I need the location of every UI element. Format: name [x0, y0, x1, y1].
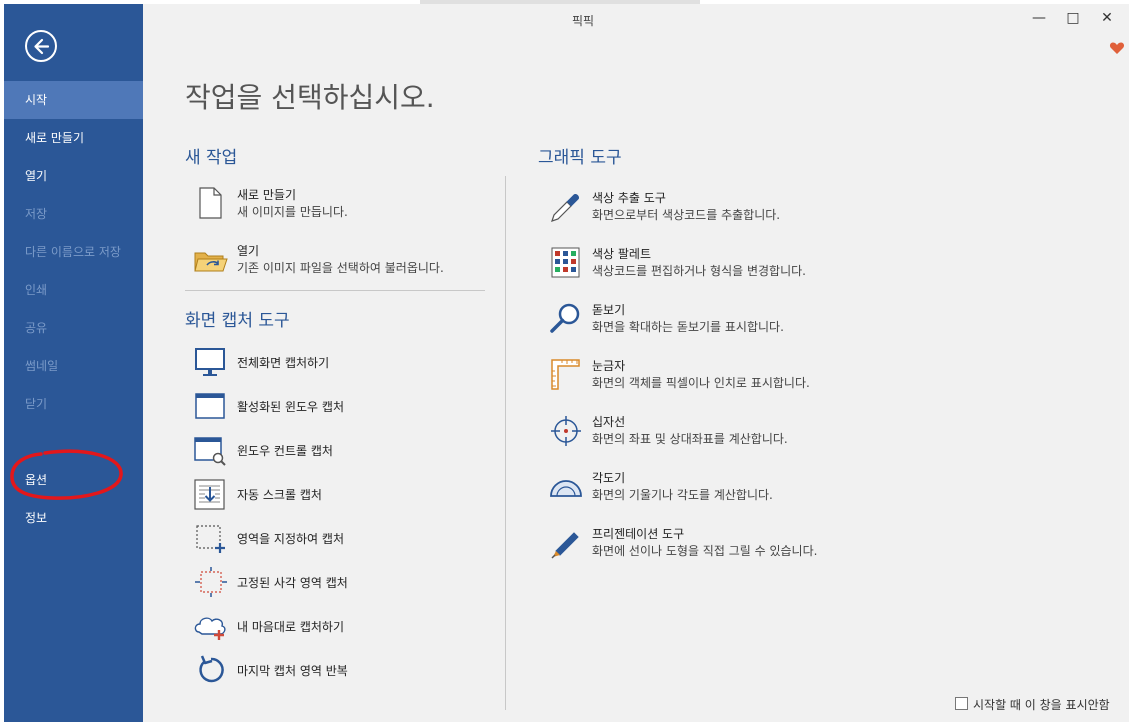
main-panel: 픽픽 — □ ✕ 작업을 선택하십시오. 새 작업 새로 만들기 새 이미지를 …: [143, 4, 1129, 722]
sidebar-item-close: 닫기: [25, 397, 48, 411]
capture-section-title: 화면 캡처 도구: [185, 311, 290, 331]
new-image-desc: 새 이미지를 만듭니다.: [237, 205, 348, 219]
protractor-item[interactable]: 각도기 화면의 기울기나 각도를 계산합니다.: [548, 469, 848, 509]
back-button[interactable]: [25, 30, 57, 62]
dont-show-checkbox[interactable]: [955, 697, 968, 710]
arrow-left-icon: [34, 38, 50, 55]
crosshair-icon: [551, 416, 581, 446]
open-image-title: 열기: [237, 244, 260, 258]
new-task-section-title: 새 작업: [185, 148, 238, 168]
crosshair-desc: 화면의 좌표 및 상대좌표를 계산합니다.: [592, 432, 788, 446]
capture-region-item[interactable]: 영역을 지정하여 캡처: [193, 522, 453, 556]
region-select-icon: [196, 525, 225, 553]
window-title: 픽픽: [571, 14, 595, 28]
capture-region-label: 영역을 지정하여 캡처: [237, 532, 344, 546]
window-search-icon: [194, 437, 226, 466]
page-title: 작업을 선택하십시오.: [185, 81, 435, 114]
minimize-button[interactable]: —: [1024, 10, 1054, 32]
blank-document-icon: [199, 187, 222, 219]
sidebar: 시작 새로 만들기 열기 저장 다른 이름으로 저장 인쇄 공유 썸네일 닫기 …: [4, 4, 143, 722]
ruler-item[interactable]: 눈금자 화면의 객체를 픽셀이나 인치로 표시합니다.: [548, 357, 848, 397]
sidebar-item-info[interactable]: 정보: [4, 499, 143, 537]
pen-icon: [551, 532, 579, 559]
protractor-desc: 화면의 기울기나 각도를 계산합니다.: [592, 488, 773, 502]
open-image-desc: 기존 이미지 파일을 선택하여 불러옵니다.: [237, 261, 444, 275]
sidebar-item-options[interactable]: 옵션: [4, 461, 143, 499]
color-palette-desc: 색상코드를 편집하거나 형식을 변경합니다.: [592, 264, 806, 278]
eyedropper-icon: [551, 194, 579, 222]
ruler-title: 눈금자: [592, 359, 626, 373]
heart-icon[interactable]: [1109, 40, 1125, 56]
sidebar-item-share: 공유: [25, 321, 48, 335]
fixed-region-icon: [195, 567, 227, 597]
maximize-button[interactable]: □: [1058, 10, 1088, 32]
color-picker-title: 색상 추출 도구: [592, 191, 666, 205]
capture-active-window-label: 활성화된 윈도우 캡처: [237, 400, 344, 414]
capture-freeform-label: 내 마음대로 캡처하기: [237, 620, 344, 634]
capture-repeat-last-label: 마지막 캡처 영역 반복: [237, 664, 348, 678]
sidebar-item-save: 저장: [25, 207, 48, 221]
sidebar-item-save-as: 다른 이름으로 저장: [25, 245, 121, 259]
capture-window-control-item[interactable]: 윈도우 컨트롤 캡처: [193, 434, 453, 468]
ruler-desc: 화면의 객체를 픽셀이나 인치로 표시합니다.: [592, 376, 810, 390]
capture-auto-scroll-item[interactable]: 자동 스크롤 캡처: [193, 478, 453, 512]
window-icon: [195, 393, 225, 419]
magnifier-title: 돋보기: [592, 303, 626, 317]
magnifier-icon: [550, 303, 580, 333]
graphic-section-title: 그래픽 도구: [538, 148, 622, 168]
new-image-item[interactable]: 새로 만들기 새 이미지를 만듭니다.: [193, 186, 483, 226]
capture-fixed-region-label: 고정된 사각 영역 캡처: [237, 576, 348, 590]
open-folder-icon: [194, 252, 228, 272]
color-picker-item[interactable]: 색상 추출 도구 화면으로부터 색상코드를 추출합니다.: [548, 189, 848, 229]
capture-freeform-item[interactable]: 내 마음대로 캡처하기: [193, 610, 453, 644]
new-image-title: 새로 만들기: [237, 188, 297, 202]
magnifier-desc: 화면을 확대하는 돋보기를 표시합니다.: [592, 320, 784, 334]
open-image-item[interactable]: 열기 기존 이미지 파일을 선택하여 불러옵니다.: [193, 242, 493, 282]
sidebar-item-new[interactable]: 새로 만들기: [4, 119, 143, 157]
section-divider: [185, 290, 485, 291]
sidebar-item-thumbnail: 썸네일: [25, 359, 59, 373]
capture-fixed-region-item[interactable]: 고정된 사각 영역 캡처: [193, 566, 453, 600]
capture-window-control-label: 윈도우 컨트롤 캡처: [237, 444, 333, 458]
presentation-tool-desc: 화면에 선이나 도형을 직접 그릴 수 있습니다.: [592, 544, 818, 558]
color-palette-title: 색상 팔레트: [592, 247, 652, 261]
crosshair-title: 십자선: [592, 415, 626, 429]
protractor-icon: [550, 480, 582, 497]
crosshair-item[interactable]: 십자선 화면의 좌표 및 상대좌표를 계산합니다.: [548, 413, 848, 453]
capture-repeat-last-item[interactable]: 마지막 캡처 영역 반복: [193, 654, 453, 688]
sidebar-item-start[interactable]: 시작: [4, 81, 143, 119]
sidebar-item-print: 인쇄: [25, 283, 48, 297]
palette-grid-icon: [551, 247, 580, 278]
presentation-tool-title: 프리젠테이션 도구: [592, 527, 685, 541]
capture-auto-scroll-label: 자동 스크롤 캡처: [237, 488, 322, 502]
capture-fullscreen-item[interactable]: 전체화면 캡처하기: [193, 346, 453, 380]
sidebar-item-open[interactable]: 열기: [4, 157, 143, 195]
scroll-page-icon: [194, 479, 225, 510]
repeat-icon: [199, 655, 224, 683]
monitor-icon: [195, 348, 225, 376]
dont-show-label[interactable]: 시작할 때 이 창을 표시안함: [973, 696, 1110, 713]
capture-fullscreen-label: 전체화면 캡처하기: [237, 356, 330, 370]
protractor-title: 각도기: [592, 471, 626, 485]
column-divider: [505, 176, 506, 710]
capture-active-window-item[interactable]: 활성화된 윈도우 캡처: [193, 390, 453, 424]
presentation-tool-item[interactable]: 프리젠테이션 도구 화면에 선이나 도형을 직접 그릴 수 있습니다.: [548, 525, 848, 565]
freeform-cloud-icon: [194, 617, 226, 640]
ruler-icon: [551, 359, 580, 390]
color-picker-desc: 화면으로부터 색상코드를 추출합니다.: [592, 208, 781, 222]
color-palette-item[interactable]: 색상 팔레트 색상코드를 편집하거나 형식을 변경합니다.: [548, 245, 848, 285]
magnifier-item[interactable]: 돋보기 화면을 확대하는 돋보기를 표시합니다.: [548, 301, 848, 341]
sidebar-nav: 시작 새로 만들기 열기 저장 다른 이름으로 저장 인쇄 공유 썸네일 닫기 …: [4, 81, 143, 537]
close-window-button[interactable]: ✕: [1092, 10, 1122, 32]
